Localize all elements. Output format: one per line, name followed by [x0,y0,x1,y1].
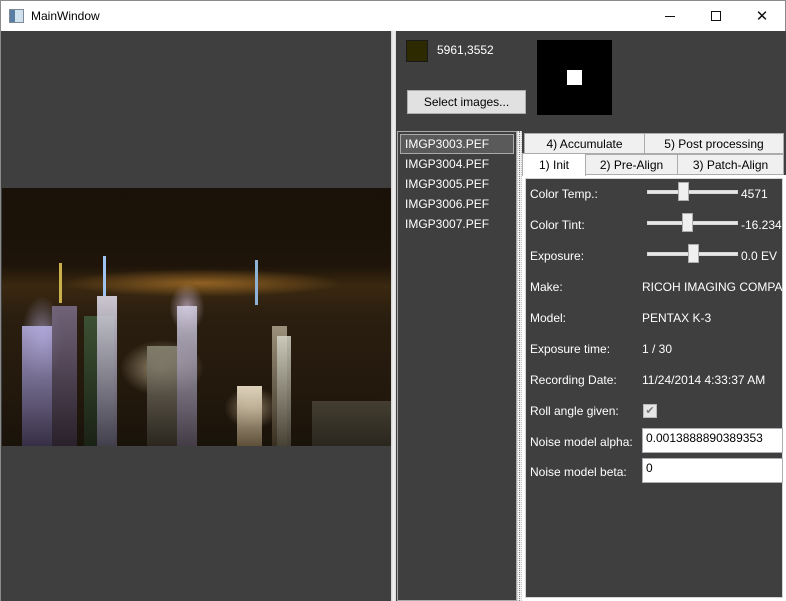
model-value: PENTAX K-3 [642,311,712,325]
model-label: Model: [530,311,567,325]
minimize-button[interactable] [647,1,693,31]
file-list-item[interactable]: IMGP3003.PEF [400,134,514,154]
tab-accumulate[interactable]: 4) Accumulate [524,133,645,154]
tab-patch-align[interactable]: 3) Patch-Align [677,154,784,175]
color-temp-value: 4571 [741,187,768,201]
make-label: Make: [530,280,563,294]
noise-beta-label: Noise model beta: [530,465,627,479]
noise-alpha-input[interactable]: 0.0013888890389353 [642,428,783,453]
preview-photo[interactable] [2,188,391,446]
exposure-time-label: Exposure time: [530,342,611,356]
make-value: RICOH IMAGING COMPANY [642,280,783,294]
exposure-value: 0.0 EV [741,249,778,263]
file-list-item[interactable]: IMGP3004.PEF [400,154,514,174]
file-list-item[interactable]: IMGP3007.PEF [400,214,514,234]
color-tint-slider[interactable] [647,213,738,233]
tab-post-processing[interactable]: 5) Post processing [644,133,784,154]
preview-marker [567,70,582,85]
recording-date-value: 11/24/2014 4:33:37 AM [642,373,766,387]
color-temp-label: Color Temp.: [530,187,598,201]
window-title: MainWindow [31,9,100,23]
tab-init[interactable]: 1) Init [522,153,586,176]
select-images-button[interactable]: Select images... [407,90,526,114]
maximize-icon [711,11,721,21]
roll-angle-label: Roll angle given: [530,404,619,418]
image-view-pane[interactable] [1,31,391,601]
exposure-time-value: 1 / 30 [642,342,673,356]
minimize-icon [665,15,675,17]
color-temp-slider[interactable] [647,182,738,202]
slider-thumb[interactable] [678,182,690,201]
file-list[interactable]: IMGP3003.PEF IMGP3004.PEF IMGP3005.PEF I… [397,131,517,601]
main-window: MainWindow ✕ 5961,3552 Select images... [0,0,786,601]
noise-beta-input[interactable]: 0 [642,458,783,483]
title-bar: MainWindow ✕ [1,1,785,31]
slider-thumb[interactable] [687,244,699,263]
exposure-label: Exposure: [530,249,585,263]
init-tab-panel: Color Temp.: 4571 Color Tint: -16.234 Ex… [522,175,786,601]
zoom-preview [537,40,612,115]
color-tint-value: -16.234 [741,218,782,232]
recording-date-label: Recording Date: [530,373,617,387]
close-button[interactable]: ✕ [739,1,785,31]
tab-pre-align[interactable]: 2) Pre-Align [585,154,678,175]
app-icon [9,9,24,23]
control-pane: 5961,3552 Select images... IMGP3003.PEF … [396,31,786,601]
pixel-color-swatch [406,40,428,62]
cursor-coordinates: 5961,3552 [437,43,494,57]
close-icon: ✕ [755,8,769,25]
slider-thumb[interactable] [682,213,694,232]
tab-control: 4) Accumulate 5) Post processing 2) Pre-… [522,131,786,601]
file-list-item[interactable]: IMGP3006.PEF [400,194,514,214]
color-tint-label: Color Tint: [530,218,585,232]
exposure-slider[interactable] [647,244,738,264]
roll-angle-checkbox[interactable]: ✔ [643,404,657,418]
noise-alpha-label: Noise model alpha: [530,435,633,449]
file-list-item[interactable]: IMGP3005.PEF [400,174,514,194]
maximize-button[interactable] [693,1,739,31]
checkmark-icon: ✔ [645,404,655,417]
